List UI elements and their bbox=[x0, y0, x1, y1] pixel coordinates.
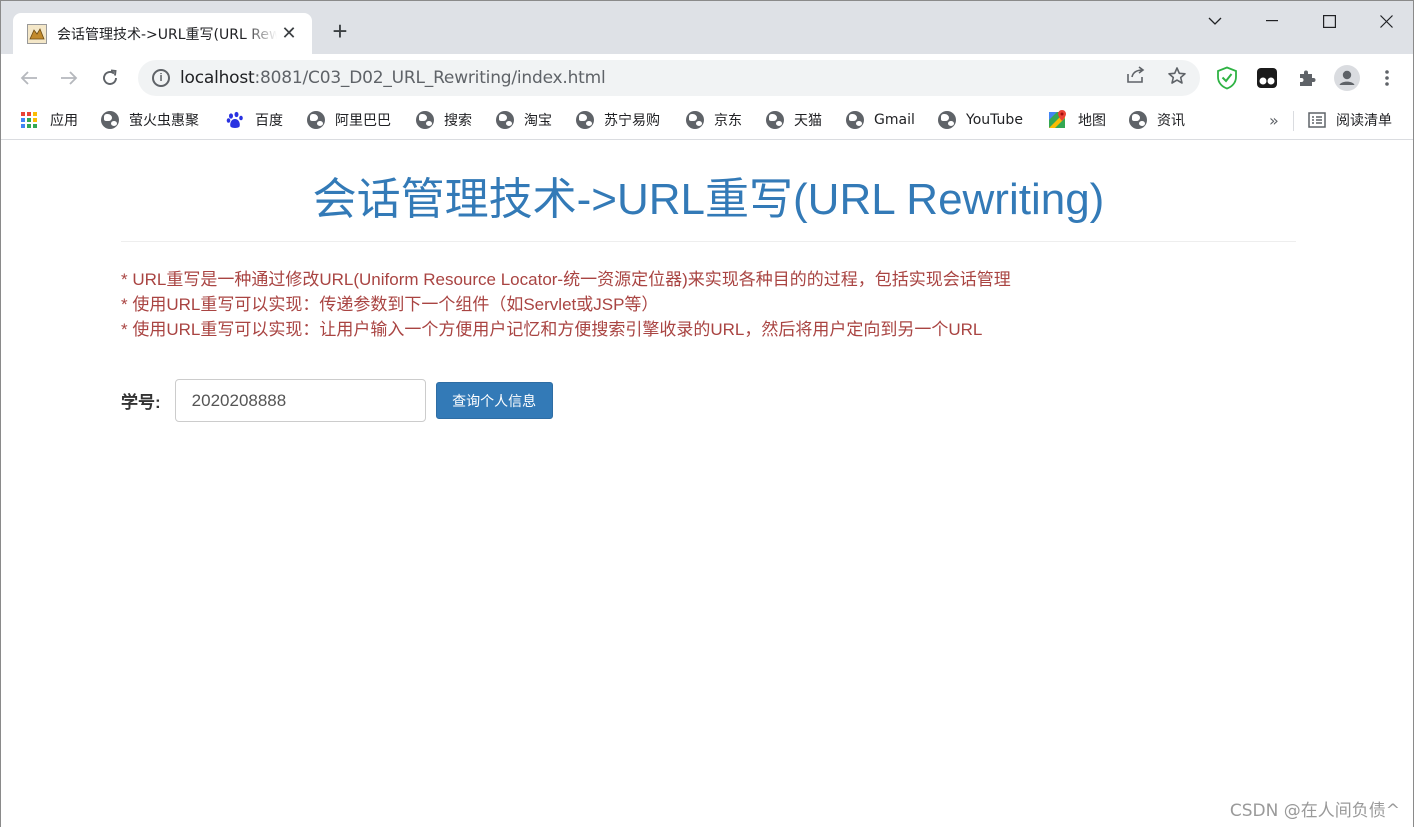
bookmark-label: 搜索 bbox=[444, 113, 472, 129]
tab-close-icon[interactable]: ✕ bbox=[278, 22, 300, 44]
active-tab[interactable]: 会话管理技术->URL重写(URL Rewriting) ✕ bbox=[13, 13, 312, 54]
query-info-button[interactable]: 查询个人信息 bbox=[435, 382, 553, 419]
globe-icon bbox=[846, 111, 864, 129]
new-tab-button[interactable]: + bbox=[327, 18, 353, 45]
apps-grid-icon bbox=[20, 111, 38, 129]
bookmark-label: YouTube bbox=[966, 112, 1023, 128]
globe-icon bbox=[766, 111, 784, 129]
close-window-button[interactable] bbox=[1358, 1, 1414, 41]
bookmark-item[interactable]: YouTube bbox=[938, 108, 1023, 132]
bookmark-label: 萤火虫惠聚 bbox=[129, 113, 199, 129]
globe-icon bbox=[1129, 111, 1147, 129]
browser-menu-icon[interactable] bbox=[1371, 62, 1403, 94]
url-host: localhost bbox=[180, 68, 255, 88]
bookmark-label: 阿里巴巴 bbox=[335, 113, 391, 129]
minimize-button[interactable] bbox=[1244, 1, 1300, 41]
maps-icon bbox=[1049, 110, 1066, 128]
forward-button[interactable] bbox=[53, 62, 85, 94]
student-query-form: 学号: 查询个人信息 bbox=[121, 379, 553, 422]
tomcat-favicon-icon bbox=[27, 23, 47, 44]
bookmark-item[interactable]: 百度 bbox=[226, 108, 283, 132]
bookmark-label: 天猫 bbox=[794, 113, 822, 129]
note-line: * 使用URL重写可以实现：传递参数到下一个组件（如Servlet或JSP等） bbox=[121, 295, 659, 314]
csdn-watermark: CSDN @在人间负债^ bbox=[1229, 801, 1400, 821]
browser-toolbar: i localhost:8081/C03_D02_URL_Rewriting/i… bbox=[1, 54, 1413, 102]
page-content: 会话管理技术->URL重写(URL Rewriting) * URL重写是一种通… bbox=[1, 141, 1413, 827]
browser-window: 会话管理技术->URL重写(URL Rewriting) ✕ + i lo bbox=[0, 0, 1414, 827]
url-path: :8081/C03_D02_URL_Rewriting/index.html bbox=[254, 68, 606, 88]
profile-avatar[interactable] bbox=[1331, 62, 1363, 94]
bookmark-item[interactable]: 地图 bbox=[1049, 108, 1106, 132]
reload-icon bbox=[103, 69, 117, 85]
bookmark-label: 百度 bbox=[255, 113, 283, 129]
bookmark-item[interactable]: Gmail bbox=[846, 108, 915, 132]
maximize-icon bbox=[1322, 14, 1336, 28]
bookmark-item[interactable]: 淘宝 bbox=[496, 108, 552, 132]
bookmark-apps[interactable]: 应用 bbox=[20, 108, 78, 132]
arrow-left-icon bbox=[20, 71, 37, 85]
globe-icon bbox=[576, 111, 594, 129]
bookmarks-overflow-button[interactable]: » bbox=[1269, 108, 1279, 132]
close-icon bbox=[1379, 14, 1393, 28]
chevron-down-icon bbox=[1208, 17, 1222, 25]
minimize-icon bbox=[1266, 20, 1278, 22]
bookmark-item[interactable]: 阿里巴巴 bbox=[307, 108, 391, 132]
shield-extension-icon[interactable] bbox=[1211, 62, 1243, 94]
bookmark-item[interactable]: 搜索 bbox=[416, 108, 472, 132]
bookmarks-bar: 应用 萤火虫惠聚 百度 阿里巴巴 搜索 淘宝 苏宁易购 京东 天猫 Gmail … bbox=[1, 102, 1413, 140]
bookmark-item[interactable]: 萤火虫惠聚 bbox=[101, 108, 199, 132]
page-title: 会话管理技术->URL重写(URL Rewriting) bbox=[312, 175, 1105, 224]
baidu-paw-icon bbox=[226, 111, 243, 128]
title-divider bbox=[121, 241, 1296, 242]
bookmark-label: 地图 bbox=[1078, 113, 1106, 129]
globe-icon bbox=[686, 111, 704, 129]
reading-list-label: 阅读清单 bbox=[1336, 113, 1392, 129]
bookmark-label: Gmail bbox=[874, 112, 915, 128]
address-bar[interactable]: i localhost:8081/C03_D02_URL_Rewriting/i… bbox=[138, 60, 1200, 96]
globe-icon bbox=[307, 111, 325, 129]
bookmark-label: 资讯 bbox=[1157, 113, 1185, 129]
bookmark-label: 淘宝 bbox=[524, 113, 552, 129]
tampermonkey-extension-icon[interactable] bbox=[1251, 62, 1283, 94]
bookmark-item[interactable]: 苏宁易购 bbox=[576, 108, 660, 132]
globe-icon bbox=[938, 111, 956, 129]
tab-title: 会话管理技术->URL重写(URL Rewriting) bbox=[57, 26, 277, 43]
bookmark-item[interactable]: 天猫 bbox=[766, 108, 822, 132]
bookmarks-separator bbox=[1293, 111, 1294, 131]
student-id-input[interactable] bbox=[174, 379, 426, 422]
globe-icon bbox=[416, 111, 434, 129]
arrow-right-icon bbox=[61, 71, 78, 85]
bookmark-item[interactable]: 资讯 bbox=[1129, 108, 1185, 132]
back-button[interactable] bbox=[13, 62, 45, 94]
tab-search-button[interactable] bbox=[1187, 1, 1243, 41]
bookmark-label: 京东 bbox=[714, 113, 742, 129]
site-info-icon[interactable]: i bbox=[152, 69, 170, 87]
reload-button[interactable] bbox=[94, 62, 126, 94]
bookmark-label: 应用 bbox=[50, 113, 78, 129]
reading-list-button[interactable]: 阅读清单 bbox=[1308, 108, 1392, 132]
tab-strip: 会话管理技术->URL重写(URL Rewriting) ✕ + bbox=[1, 1, 1413, 54]
bookmark-star-icon[interactable] bbox=[1165, 66, 1189, 90]
url-text[interactable]: localhost:8081/C03_D02_URL_Rewriting/ind… bbox=[180, 68, 606, 88]
maximize-button[interactable] bbox=[1301, 1, 1357, 41]
share-icon[interactable] bbox=[1124, 66, 1148, 90]
globe-icon bbox=[101, 111, 119, 129]
bookmark-label: 苏宁易购 bbox=[604, 113, 660, 129]
reading-list-icon bbox=[1308, 112, 1326, 128]
bookmark-item[interactable]: 京东 bbox=[686, 108, 742, 132]
note-line: * 使用URL重写可以实现：让用户输入一个方便用户记忆和方便搜索引擎收录的URL… bbox=[121, 320, 983, 339]
notes-block: * URL重写是一种通过修改URL(Uniform Resource Locat… bbox=[121, 267, 1011, 342]
student-id-label: 学号: bbox=[121, 393, 161, 412]
globe-icon bbox=[496, 111, 514, 129]
extensions-puzzle-icon[interactable] bbox=[1291, 62, 1323, 94]
note-line: * URL重写是一种通过修改URL(Uniform Resource Locat… bbox=[121, 270, 1011, 289]
